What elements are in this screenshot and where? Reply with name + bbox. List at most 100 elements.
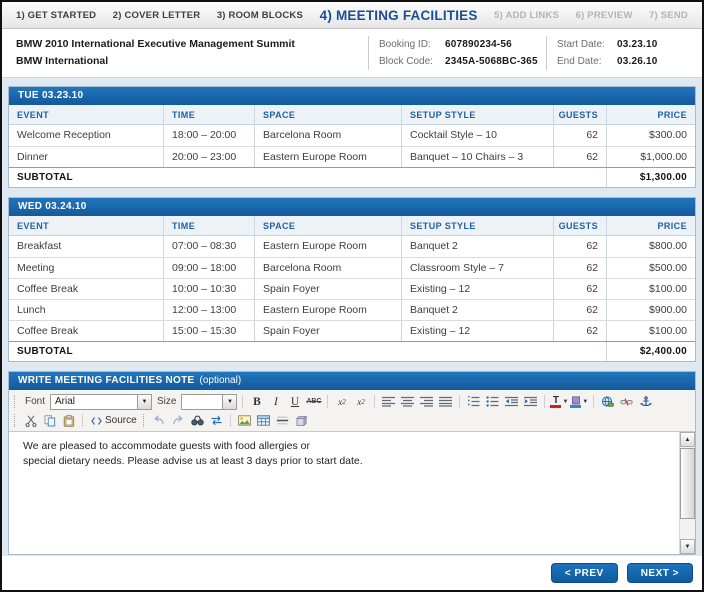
insert-table-icon[interactable] (255, 413, 272, 429)
cell-price: $1,000.00 (606, 147, 695, 167)
editor-toolbar: Font Arial ▼ Size ▼ B I U ABC (9, 390, 695, 432)
align-center-icon[interactable] (399, 394, 416, 410)
source-button[interactable]: Source (88, 413, 140, 429)
cell-time: 10:00 – 10:30 (163, 279, 254, 299)
toolbar-row-2: Source (13, 411, 691, 430)
source-button-label: Source (105, 415, 137, 426)
cell-setup: Existing – 12 (401, 321, 553, 341)
align-right-icon[interactable] (418, 394, 435, 410)
cell-event: Meeting (9, 258, 163, 278)
step-tab-get-started[interactable]: 1) GET STARTED (16, 10, 96, 21)
col-header-price: PRICE (606, 216, 695, 235)
note-editor-textbox[interactable]: We are pleased to accommodate guests wit… (9, 432, 695, 476)
note-text-line: We are pleased to accommodate guests wit… (23, 439, 681, 454)
replace-icon[interactable] (208, 413, 225, 429)
subtotal-value: $2,400.00 (606, 342, 695, 361)
table-row: Lunch 12:00 – 13:00 Eastern Europe Room … (9, 299, 695, 320)
cell-setup: Existing – 12 (401, 279, 553, 299)
cell-space: Spain Foyer (254, 321, 401, 341)
step-tab-preview: 6) PREVIEW (576, 10, 633, 21)
cell-space: Eastern Europe Room (254, 147, 401, 167)
booking-id-block: Booking ID: 607890234-56 Block Code: 234… (368, 36, 546, 70)
scroll-down-button[interactable]: ▼ (680, 539, 695, 554)
insert-link-icon[interactable] (599, 394, 616, 410)
cell-guests: 62 (553, 321, 606, 341)
italic-button[interactable]: I (267, 394, 284, 410)
cell-event: Breakfast (9, 236, 163, 257)
subscript-button[interactable]: x2 (333, 394, 350, 410)
col-header-price: PRICE (606, 105, 695, 124)
copy-icon[interactable] (41, 413, 58, 429)
font-label: Font (25, 396, 45, 407)
size-label: Size (157, 396, 176, 407)
text-color-button[interactable]: T▼ (550, 394, 568, 410)
find-icon[interactable] (189, 413, 206, 429)
note-optional-label: (optional) (199, 372, 241, 390)
redo-icon[interactable] (170, 413, 187, 429)
underline-button[interactable]: U (286, 394, 303, 410)
editor-scrollbar[interactable]: ▲ ▼ (679, 432, 695, 554)
font-select[interactable]: Arial ▼ (50, 394, 152, 410)
step-tab-room-blocks[interactable]: 3) ROOM BLOCKS (217, 10, 303, 21)
footer-bar: < PREV NEXT > (2, 556, 702, 590)
booking-id-label: Booking ID: (379, 36, 445, 53)
cell-space: Eastern Europe Room (254, 236, 401, 257)
strikethrough-button[interactable]: ABC (305, 394, 322, 410)
step-tab-meeting-facilities[interactable]: 4) MEETING FACILITIES (320, 8, 478, 23)
cell-guests: 62 (553, 147, 606, 167)
start-date-value: 03.23.10 (617, 36, 658, 53)
chevron-down-icon[interactable]: ▼ (137, 395, 151, 409)
cell-event: Dinner (9, 147, 163, 167)
outdent-icon[interactable] (503, 394, 520, 410)
cut-icon[interactable] (22, 413, 39, 429)
indent-icon[interactable] (522, 394, 539, 410)
cell-setup: Banquet – 10 Chairs – 3 (401, 147, 553, 167)
day-table-wed: WED 03.24.10 EVENT TIME SPACE SETUP STYL… (8, 197, 696, 362)
align-justify-icon[interactable] (437, 394, 454, 410)
toolbar-row-1: Font Arial ▼ Size ▼ B I U ABC (13, 392, 691, 411)
day-table-header: WED 03.24.10 (9, 198, 695, 216)
cell-setup: Banquet 2 (401, 300, 553, 320)
step-tab-cover-letter[interactable]: 2) COVER LETTER (113, 10, 200, 21)
special-character-icon[interactable] (293, 413, 310, 429)
meeting-facilities-page: 1) GET STARTED 2) COVER LETTER 3) ROOM B… (0, 0, 704, 592)
cell-time: 20:00 – 23:00 (163, 147, 254, 167)
unlink-icon[interactable] (618, 394, 635, 410)
scrollbar-thumb[interactable] (680, 448, 695, 519)
cell-price: $900.00 (606, 300, 695, 320)
cell-space: Spain Foyer (254, 279, 401, 299)
cell-event: Lunch (9, 300, 163, 320)
col-header-time: TIME (163, 216, 254, 235)
scroll-up-button[interactable]: ▲ (680, 432, 695, 447)
cell-setup: Cocktail Style – 10 (401, 125, 553, 146)
superscript-button[interactable]: x2 (352, 394, 369, 410)
bold-button[interactable]: B (248, 394, 265, 410)
background-color-button[interactable]: ▧▼ (570, 394, 588, 410)
unordered-list-icon[interactable] (484, 394, 501, 410)
cell-event: Coffee Break (9, 279, 163, 299)
undo-icon[interactable] (151, 413, 168, 429)
paste-icon[interactable] (60, 413, 77, 429)
prev-button[interactable]: < PREV (551, 563, 618, 583)
horizontal-rule-icon[interactable] (274, 413, 291, 429)
cell-price: $500.00 (606, 258, 695, 278)
start-date-label: Start Date: (557, 36, 617, 53)
toolbar-separator (374, 395, 375, 408)
cell-setup: Banquet 2 (401, 236, 553, 257)
note-title: WRITE MEETING FACILITIES NOTE (18, 372, 194, 390)
anchor-icon[interactable] (637, 394, 654, 410)
column-header-row: EVENT TIME SPACE SETUP STYLE GUESTS PRIC… (9, 216, 695, 236)
cell-guests: 62 (553, 236, 606, 257)
chevron-down-icon[interactable]: ▼ (222, 395, 236, 409)
align-left-icon[interactable] (380, 394, 397, 410)
company-name: BMW International (16, 53, 368, 70)
ordered-list-icon[interactable] (465, 394, 482, 410)
column-header-row: EVENT TIME SPACE SETUP STYLE GUESTS PRIC… (9, 105, 695, 125)
next-button[interactable]: NEXT > (627, 563, 693, 583)
col-header-setup: SETUP STYLE (401, 105, 553, 124)
event-title: BMW 2010 International Executive Managem… (16, 36, 368, 53)
cell-guests: 62 (553, 300, 606, 320)
size-select[interactable]: ▼ (181, 394, 237, 410)
toolbar-separator (459, 395, 460, 408)
insert-image-icon[interactable] (236, 413, 253, 429)
